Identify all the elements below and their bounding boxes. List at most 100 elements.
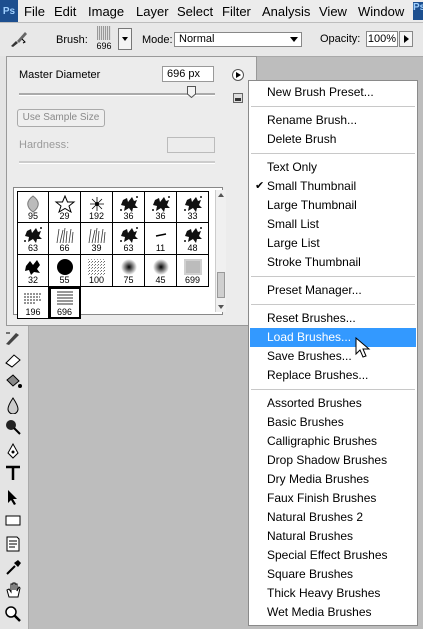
scroll-thumb[interactable] <box>217 272 225 298</box>
eraser-icon[interactable] <box>2 351 24 369</box>
brush-preset-cell[interactable]: 192 <box>81 191 113 223</box>
brush-preset-cell[interactable]: 11 <box>145 223 177 255</box>
brush-preset-cell[interactable]: 63 <box>113 223 145 255</box>
history-brush-icon[interactable] <box>2 329 24 347</box>
brush-preset-cell[interactable]: 196 <box>17 287 49 319</box>
menu-separator <box>251 106 415 107</box>
menu-item-assorted-brushes[interactable]: Assorted Brushes <box>250 394 416 413</box>
menu-image[interactable]: Image <box>88 4 124 19</box>
brush-preset-size: 100 <box>88 275 105 285</box>
mode-label: Mode: <box>142 34 173 46</box>
brush-preset-cell[interactable]: 36 <box>145 191 177 223</box>
notes-icon[interactable] <box>2 535 24 553</box>
hand-icon[interactable] <box>2 581 24 599</box>
brush-preset-cell[interactable]: 55 <box>49 255 81 287</box>
menu-item-natural-brushes-2[interactable]: Natural Brushes 2 <box>250 508 416 527</box>
menu-item-label: Stroke Thumbnail <box>267 255 361 269</box>
menu-item-small-thumbnail[interactable]: ✔ Small Thumbnail <box>250 177 416 196</box>
menu-item-faux-finish-brushes[interactable]: Faux Finish Brushes <box>250 489 416 508</box>
brush-tip-grass-icon <box>56 227 73 244</box>
menu-item-replace-brushes[interactable]: Replace Brushes... <box>250 366 416 385</box>
brush-picker-dropdown[interactable] <box>118 28 132 50</box>
menu-item-label: Dry Media Brushes <box>267 472 370 486</box>
hardness-slider[interactable] <box>19 161 215 164</box>
scroll-up-icon[interactable] <box>216 190 226 200</box>
brush-preset-cell[interactable]: 48 <box>177 223 209 255</box>
path-selection-icon[interactable] <box>2 488 24 506</box>
brush-preset-cell[interactable]: 95 <box>17 191 49 223</box>
brush-panel-flyout-menu: New Brush Preset... Rename Brush... Delete… <box>248 80 418 626</box>
menu-item-load-brushes[interactable]: Load Brushes... <box>250 328 416 347</box>
new-preset-icon[interactable] <box>233 93 243 103</box>
menu-edit[interactable]: Edit <box>54 4 76 19</box>
menu-item-preset-manager[interactable]: Preset Manager... <box>250 281 416 300</box>
panel-menu-button[interactable] <box>232 69 244 81</box>
master-diameter-input[interactable]: 696 px <box>162 66 214 82</box>
menu-item-small-list[interactable]: Small List <box>250 215 416 234</box>
brush-preset-cell[interactable]: 39 <box>81 223 113 255</box>
menu-item-save-brushes[interactable]: Save Brushes... <box>250 347 416 366</box>
paint-bucket-icon[interactable] <box>2 372 24 390</box>
type-icon[interactable] <box>2 464 24 482</box>
brush-preview[interactable]: 696 <box>94 26 114 52</box>
opacity-input[interactable]: 100% <box>366 31 398 47</box>
rectangle-icon[interactable] <box>2 511 24 529</box>
brush-preset-cell[interactable]: 63 <box>17 223 49 255</box>
opacity-slider-button[interactable] <box>399 31 413 47</box>
menu-layer[interactable]: Layer <box>136 4 169 19</box>
brush-preset-cell[interactable]: 33 <box>177 191 209 223</box>
menu-item-wet-media-brushes[interactable]: Wet Media Brushes <box>250 603 416 622</box>
paintbrush-icon[interactable] <box>8 29 30 49</box>
brush-preset-size: 696 <box>56 307 73 317</box>
brush-preset-cell[interactable]: 100 <box>81 255 113 287</box>
brush-preset-cell[interactable]: 32 <box>17 255 49 287</box>
menu-file[interactable]: File <box>24 4 45 19</box>
menu-item-new-brush-preset[interactable]: New Brush Preset... <box>250 83 416 102</box>
menu-item-delete-brush[interactable]: Delete Brush <box>250 130 416 149</box>
eyedropper-icon[interactable] <box>2 558 24 576</box>
menu-item-drop-shadow-brushes[interactable]: Drop Shadow Brushes <box>250 451 416 470</box>
brush-preset-cell[interactable]: 699 <box>177 255 209 287</box>
menu-item-dry-media-brushes[interactable]: Dry Media Brushes <box>250 470 416 489</box>
menu-item-calligraphic-brushes[interactable]: Calligraphic Brushes <box>250 432 416 451</box>
brush-preset-cell[interactable]: 696 <box>49 287 81 319</box>
master-diameter-slider[interactable] <box>19 93 215 96</box>
hardness-input[interactable] <box>167 137 215 153</box>
brush-preset-cell[interactable]: 29 <box>49 191 81 223</box>
menu-select[interactable]: Select <box>177 4 213 19</box>
hardness-label: Hardness: <box>19 139 70 151</box>
menu-item-label: Assorted Brushes <box>267 396 362 410</box>
brush-preset-cell[interactable]: 36 <box>113 191 145 223</box>
menu-analysis[interactable]: Analysis <box>262 4 310 19</box>
dodge-icon[interactable] <box>2 418 24 436</box>
menu-item-stroke-thumbnail[interactable]: Stroke Thumbnail <box>250 253 416 272</box>
menu-item-basic-brushes[interactable]: Basic Brushes <box>250 413 416 432</box>
blur-icon[interactable] <box>2 396 24 414</box>
brush-grid: 95 29 192 36 36 33 63 66 39 63 11 48 32 55 100 75 45 699 1… <box>17 191 209 319</box>
brush-preset-cell[interactable]: 66 <box>49 223 81 255</box>
mode-select[interactable]: Normal <box>174 32 302 47</box>
menu-item-square-brushes[interactable]: Square Brushes <box>250 565 416 584</box>
menu-item-large-thumbnail[interactable]: Large Thumbnail <box>250 196 416 215</box>
menu-item-large-list[interactable]: Large List <box>250 234 416 253</box>
menu-item-natural-brushes[interactable]: Natural Brushes <box>250 527 416 546</box>
menu-item-special-effect-brushes[interactable]: Special Effect Brushes <box>250 546 416 565</box>
menu-item-rename-brush[interactable]: Rename Brush... <box>250 111 416 130</box>
menu-item-thick-heavy-brushes[interactable]: Thick Heavy Brushes <box>250 584 416 603</box>
pen-icon[interactable] <box>2 442 24 460</box>
chevron-down-icon <box>122 37 128 41</box>
scroll-down-icon[interactable] <box>216 302 226 312</box>
menu-window[interactable]: Window <box>358 4 404 19</box>
use-sample-size-button[interactable]: Use Sample Size <box>17 109 105 127</box>
menu-filter[interactable]: Filter <box>222 4 251 19</box>
master-diameter-slider-thumb[interactable] <box>187 86 197 98</box>
menu-item-text-only[interactable]: Text Only <box>250 158 416 177</box>
zoom-icon[interactable] <box>2 604 24 622</box>
brush-grid-scrollbar[interactable] <box>215 190 226 312</box>
brush-preset-cell[interactable]: 45 <box>145 255 177 287</box>
brush-preset-size: 63 <box>123 243 134 253</box>
brush-preset-cell[interactable]: 75 <box>113 255 145 287</box>
brush-preset-size: 32 <box>27 275 38 285</box>
menu-view[interactable]: View <box>319 4 347 19</box>
menu-item-reset-brushes[interactable]: Reset Brushes... <box>250 309 416 328</box>
